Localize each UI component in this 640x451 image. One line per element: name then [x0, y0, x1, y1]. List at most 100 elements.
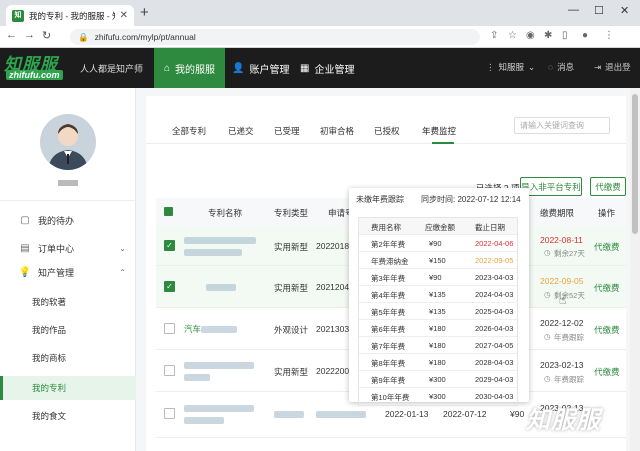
fee-row: 第10年年费 ¥300 2030-04-03 — [359, 388, 517, 405]
logout-label: 退出登 — [605, 62, 631, 72]
tab-preliminary[interactable]: 初审合格 — [320, 125, 354, 137]
sidebar: ▢ 我的待办 ▤ 订单中心 ⌄ 💡 知产管理 ⌃ 我的软著 我的作品 我的商标 … — [0, 88, 136, 451]
menu-dots-icon[interactable]: ⋮ — [604, 30, 614, 41]
forward-icon[interactable]: → — [24, 29, 35, 41]
fee-amount: ¥90 — [429, 273, 442, 282]
sidebar-item-label: 知产管理 — [38, 267, 75, 278]
row-checkbox[interactable]: ✓ — [164, 240, 175, 251]
back-icon[interactable]: ← — [6, 29, 17, 41]
maximize-icon[interactable]: ☐ — [594, 4, 604, 17]
profile-icon[interactable]: ● — [582, 30, 588, 41]
kb-menu[interactable]: ⋮ 知服服 ⌄ — [486, 61, 535, 73]
search-input[interactable]: 请输入关键词查询 — [514, 117, 610, 134]
fee-row: 第7年年费 ¥180 2027-04-05 — [359, 337, 517, 354]
building-icon: ▦ — [300, 62, 310, 74]
sidebar-item-ip-management[interactable]: 💡 知产管理 ⌃ — [0, 260, 136, 284]
close-window-icon[interactable]: ✕ — [620, 4, 629, 17]
chevron-down-icon: ⌄ — [119, 243, 126, 253]
fee-due-date: 2029-04-03 — [475, 375, 514, 384]
lock-icon: 🔒 — [78, 31, 89, 42]
fee-amount: ¥135 — [429, 290, 446, 299]
username-blurred — [58, 180, 78, 186]
sidebar-sub-trademarks[interactable]: 我的商标 — [0, 346, 136, 370]
scrollbar-thumb[interactable] — [632, 94, 638, 234]
favicon-icon: 知 — [12, 9, 24, 22]
patent-name-text: 汽车 — [184, 324, 202, 334]
watermark: 知服服 — [526, 407, 601, 434]
logout-link[interactable]: ⇥ 退出登 — [594, 61, 631, 73]
tab-all[interactable]: 全部专利 — [172, 125, 206, 137]
row-checkbox[interactable]: ✓ — [164, 281, 175, 292]
new-tab-icon[interactable]: + — [140, 4, 149, 21]
fee-amount: ¥90 — [510, 409, 525, 419]
row-checkbox[interactable] — [164, 323, 175, 334]
grid-icon: ⋮ — [486, 61, 495, 72]
row-checkbox[interactable] — [164, 365, 175, 376]
sidebar-panel-icon[interactable]: ▯ — [562, 30, 568, 41]
col-fee-name: 费用名称 — [371, 223, 401, 232]
batch-pay-button[interactable]: 代缴费 — [590, 177, 626, 196]
clock-icon: ◷ — [544, 290, 551, 299]
fee-amount: ¥90 — [429, 239, 442, 248]
select-all-checkbox[interactable] — [164, 207, 173, 216]
patent-type-blurred — [274, 409, 304, 419]
tab-annual-fee[interactable]: 年费监控 — [422, 125, 456, 137]
tab-accepted[interactable]: 已受理 — [274, 125, 300, 137]
sidebar-sub-label: 我的专利 — [32, 383, 67, 393]
sidebar-item-todo[interactable]: ▢ 我的待办 — [0, 208, 136, 232]
nav-my-services[interactable]: ⌂ 我的服服 — [154, 48, 226, 88]
fee-amount: ¥300 — [429, 392, 446, 401]
puzzle-icon[interactable]: ✱ — [544, 30, 552, 41]
fee-name: 第4年年费 — [371, 291, 406, 300]
sidebar-sub-label: 我的食文 — [32, 411, 67, 421]
sidebar-item-orders[interactable]: ▤ 订单中心 ⌄ — [0, 236, 136, 260]
close-tab-icon[interactable]: ✕ — [120, 10, 128, 21]
nav-account[interactable]: 👤 账户管理 — [222, 48, 299, 88]
fee-row: 第8年年费 ¥180 2028-04-03 — [359, 354, 517, 371]
avatar[interactable] — [40, 114, 96, 170]
sidebar-sub-works[interactable]: 我的作品 — [0, 318, 136, 342]
pay-link[interactable]: 代缴费 — [594, 282, 620, 294]
fee-name: 第2年年费 — [371, 240, 406, 249]
minimize-icon[interactable]: — — [568, 4, 579, 16]
patent-type: 实用新型 — [274, 242, 309, 252]
messages-link[interactable]: ◌ 消息 — [548, 61, 574, 73]
messages-label: 消息 — [557, 62, 575, 72]
tab-submitted[interactable]: 已递交 — [228, 125, 254, 137]
extension-icon[interactable]: ◉ — [526, 30, 535, 41]
sync-time: 同步时间: 2022-07-12 12:14 — [421, 195, 521, 204]
import-patent-button[interactable]: 导入非平台专利 — [520, 177, 582, 196]
scrollbar[interactable] — [630, 88, 640, 451]
col-type: 专利类型 — [274, 208, 309, 218]
patent-name-blurred[interactable] — [184, 281, 260, 293]
fee-name: 第6年年费 — [371, 325, 406, 334]
col-amount: 应缴金额 — [425, 223, 455, 232]
patent-name-blurred[interactable] — [184, 402, 260, 426]
sidebar-sub-software[interactable]: 我的软著 — [0, 290, 136, 314]
pay-link[interactable]: 代缴费 — [594, 324, 620, 336]
patent-name-blurred[interactable] — [184, 234, 260, 258]
deadline: 2023-02-13 — [540, 360, 584, 370]
pay-link[interactable]: 代缴费 — [594, 241, 620, 253]
row-checkbox[interactable] — [164, 408, 175, 419]
sidebar-sub-patents[interactable]: 我的专利 — [0, 376, 136, 400]
pay-link[interactable]: 代缴费 — [594, 366, 620, 378]
logo-subtext: zhifufu.com — [6, 70, 63, 80]
tab-granted[interactable]: 已授权 — [374, 125, 400, 137]
pointer-cursor-icon: ☝ — [559, 293, 567, 307]
reload-icon[interactable]: ↻ — [42, 29, 51, 42]
sidebar-sub-articles[interactable]: 我的食文 — [0, 404, 136, 428]
tab-title: 我的专利 - 我的服服 - 知服服 — [29, 10, 115, 21]
deadline: 2022-08-11 — [540, 235, 583, 245]
fee-amount: ¥135 — [429, 307, 446, 316]
nav-enterprise[interactable]: ▦ 企业管理 — [290, 48, 364, 88]
browser-tab[interactable]: 知 我的专利 - 我的服服 - 知服服 ✕ — [6, 5, 134, 26]
fee-due-date: 2023-04-03 — [475, 273, 514, 282]
patent-name-blurred[interactable] — [184, 359, 260, 383]
annual-fee-popover: 未缴年费跟踪 同步时间: 2022-07-12 12:14 费用名称 应缴金额 … — [349, 188, 529, 406]
nav-label: 账户管理 — [249, 64, 290, 76]
patent-name[interactable]: 汽车 — [184, 323, 260, 335]
bookmark-icon[interactable]: ☆ — [508, 30, 517, 41]
share-icon[interactable]: ⇪ — [490, 30, 498, 41]
url-field[interactable]: 🔒 zhifufu.com/mylp/pt/annual — [70, 29, 480, 45]
